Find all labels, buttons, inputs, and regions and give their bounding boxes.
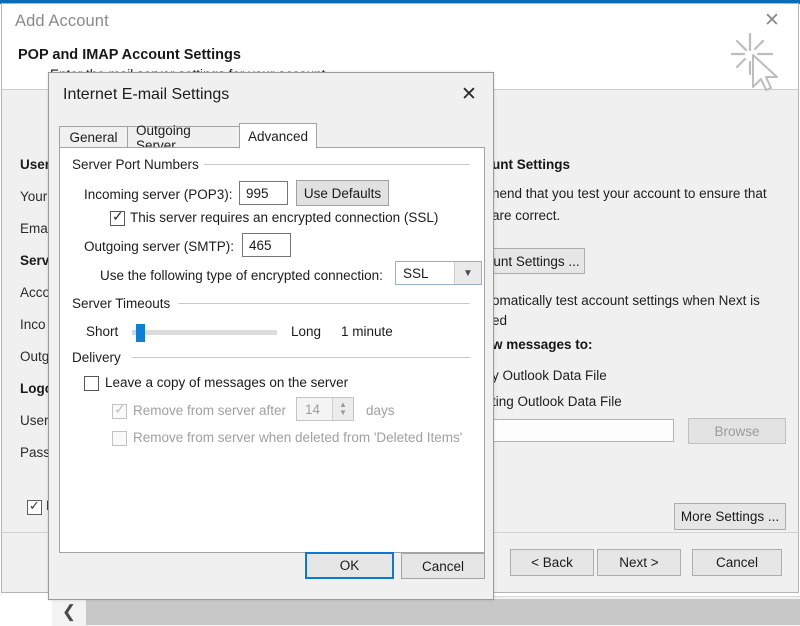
group-rule-delivery <box>132 357 470 358</box>
tab-general[interactable]: General <box>59 126 128 148</box>
next-button[interactable]: Next > <box>597 549 681 576</box>
data-file-path-input[interactable] <box>488 419 674 442</box>
remove-after-days-label: Remove from server after <box>133 403 286 418</box>
auto-test-line2: ed <box>492 313 507 328</box>
dialog-footer: OK Cancel <box>49 552 493 599</box>
chevron-left-icon[interactable]: ❮ <box>52 597 86 626</box>
chevron-down-icon: ▼ <box>454 262 481 284</box>
outgoing-server-port-input[interactable]: 465 <box>242 233 291 257</box>
require-ssl-checkbox[interactable] <box>110 211 125 226</box>
section-user-information: User <box>20 157 50 172</box>
label-encryption-type: Use the following type of encrypted conn… <box>100 268 383 283</box>
screen-root: Add Account ✕ POP and IMAP Account Setti… <box>0 0 800 626</box>
group-label-delivery: Delivery <box>72 350 127 365</box>
ok-button[interactable]: OK <box>305 552 394 579</box>
scrollbar-left-gap <box>0 596 52 626</box>
close-icon[interactable]: ✕ <box>457 83 481 107</box>
label-incoming-server-pop3: Incoming server (POP3): <box>84 187 233 202</box>
group-label-server-timeouts: Server Timeouts <box>72 296 176 311</box>
slider-label-short: Short <box>86 324 118 339</box>
label-password: Pass <box>20 445 50 460</box>
cursor-sparkle-icon <box>728 30 788 92</box>
test-settings-line1: nend that you test your account to ensur… <box>492 186 767 201</box>
require-ssl-label: This server requires an encrypted connec… <box>130 210 438 225</box>
deliver-messages-heading: w messages to: <box>492 337 593 352</box>
label-outgoing-server: Outg <box>20 349 49 364</box>
add-account-titlebar: Add Account ✕ <box>2 4 798 41</box>
page-title: POP and IMAP Account Settings <box>18 47 241 63</box>
horizontal-scrollbar[interactable]: ❮ <box>52 596 800 626</box>
server-timeout-slider[interactable] <box>132 330 277 335</box>
use-defaults-button[interactable]: Use Defaults <box>296 180 389 206</box>
radio-new-outlook-data-file-label[interactable]: y Outlook Data File <box>492 368 607 383</box>
encryption-type-select[interactable]: SSL ▼ <box>395 261 482 285</box>
group-label-server-port-numbers: Server Port Numbers <box>72 157 205 172</box>
tab-outgoing-server[interactable]: Outgoing Server <box>127 126 240 148</box>
scrollbar-thumb[interactable] <box>86 599 800 625</box>
label-outgoing-server-smtp: Outgoing server (SMTP): <box>84 239 234 254</box>
back-button[interactable]: < Back <box>510 549 594 576</box>
dialog-title: Internet E-mail Settings <box>63 86 229 104</box>
tab-strip: General Outgoing Server Advanced <box>59 123 485 148</box>
remove-when-deleted-checkbox[interactable] <box>112 431 127 446</box>
browse-button[interactable]: Browse <box>688 418 786 444</box>
label-account-type: Acco <box>20 285 50 300</box>
slider-label-long: Long <box>291 324 321 339</box>
internet-email-settings-dialog: Internet E-mail Settings ✕ General Outgo… <box>48 72 494 600</box>
tab-advanced[interactable]: Advanced <box>239 123 317 149</box>
server-timeout-value: 1 minute <box>341 324 393 339</box>
remove-when-deleted-label: Remove from server when deleted from 'De… <box>133 430 462 445</box>
label-your-name: Your <box>20 189 47 204</box>
group-rule-server-timeouts <box>178 303 470 304</box>
days-unit-label: days <box>366 403 395 418</box>
remove-after-days-value: 14 <box>297 402 332 417</box>
label-user-name: User <box>20 413 49 428</box>
cancel-button[interactable]: Cancel <box>692 549 782 576</box>
label-email-address: Ema <box>20 221 48 236</box>
cancel-button[interactable]: Cancel <box>401 553 485 579</box>
incoming-server-port-input[interactable]: 995 <box>239 181 288 205</box>
remove-after-days-checkbox[interactable] <box>112 404 127 419</box>
leave-copy-on-server-checkbox[interactable] <box>84 376 99 391</box>
more-settings-button[interactable]: More Settings ... <box>674 503 786 530</box>
group-rule-server-port-numbers <box>204 164 470 165</box>
auto-test-line1: omatically test account settings when Ne… <box>492 293 760 308</box>
test-account-settings-button[interactable]: unt Settings ... <box>488 248 585 274</box>
label-incoming-server: Inco <box>20 317 46 332</box>
stepper-arrows-icon[interactable]: ▲▼ <box>332 398 353 420</box>
remember-password-checkbox[interactable] <box>27 500 42 515</box>
section-server-information: Serv <box>20 253 49 268</box>
add-account-title: Add Account <box>15 12 109 31</box>
leave-copy-on-server-label: Leave a copy of messages on the server <box>105 375 348 390</box>
encryption-type-value: SSL <box>396 266 454 281</box>
tab-panel-advanced: Server Port Numbers Incoming server (POP… <box>59 147 485 553</box>
test-settings-line2: are correct. <box>492 208 560 223</box>
test-settings-heading: unt Settings <box>492 157 570 172</box>
close-icon[interactable]: ✕ <box>761 10 783 32</box>
server-timeout-slider-thumb[interactable] <box>136 324 145 342</box>
remove-after-days-stepper[interactable]: 14 ▲▼ <box>296 397 354 421</box>
radio-existing-outlook-data-file-label[interactable]: ting Outlook Data File <box>492 394 622 409</box>
